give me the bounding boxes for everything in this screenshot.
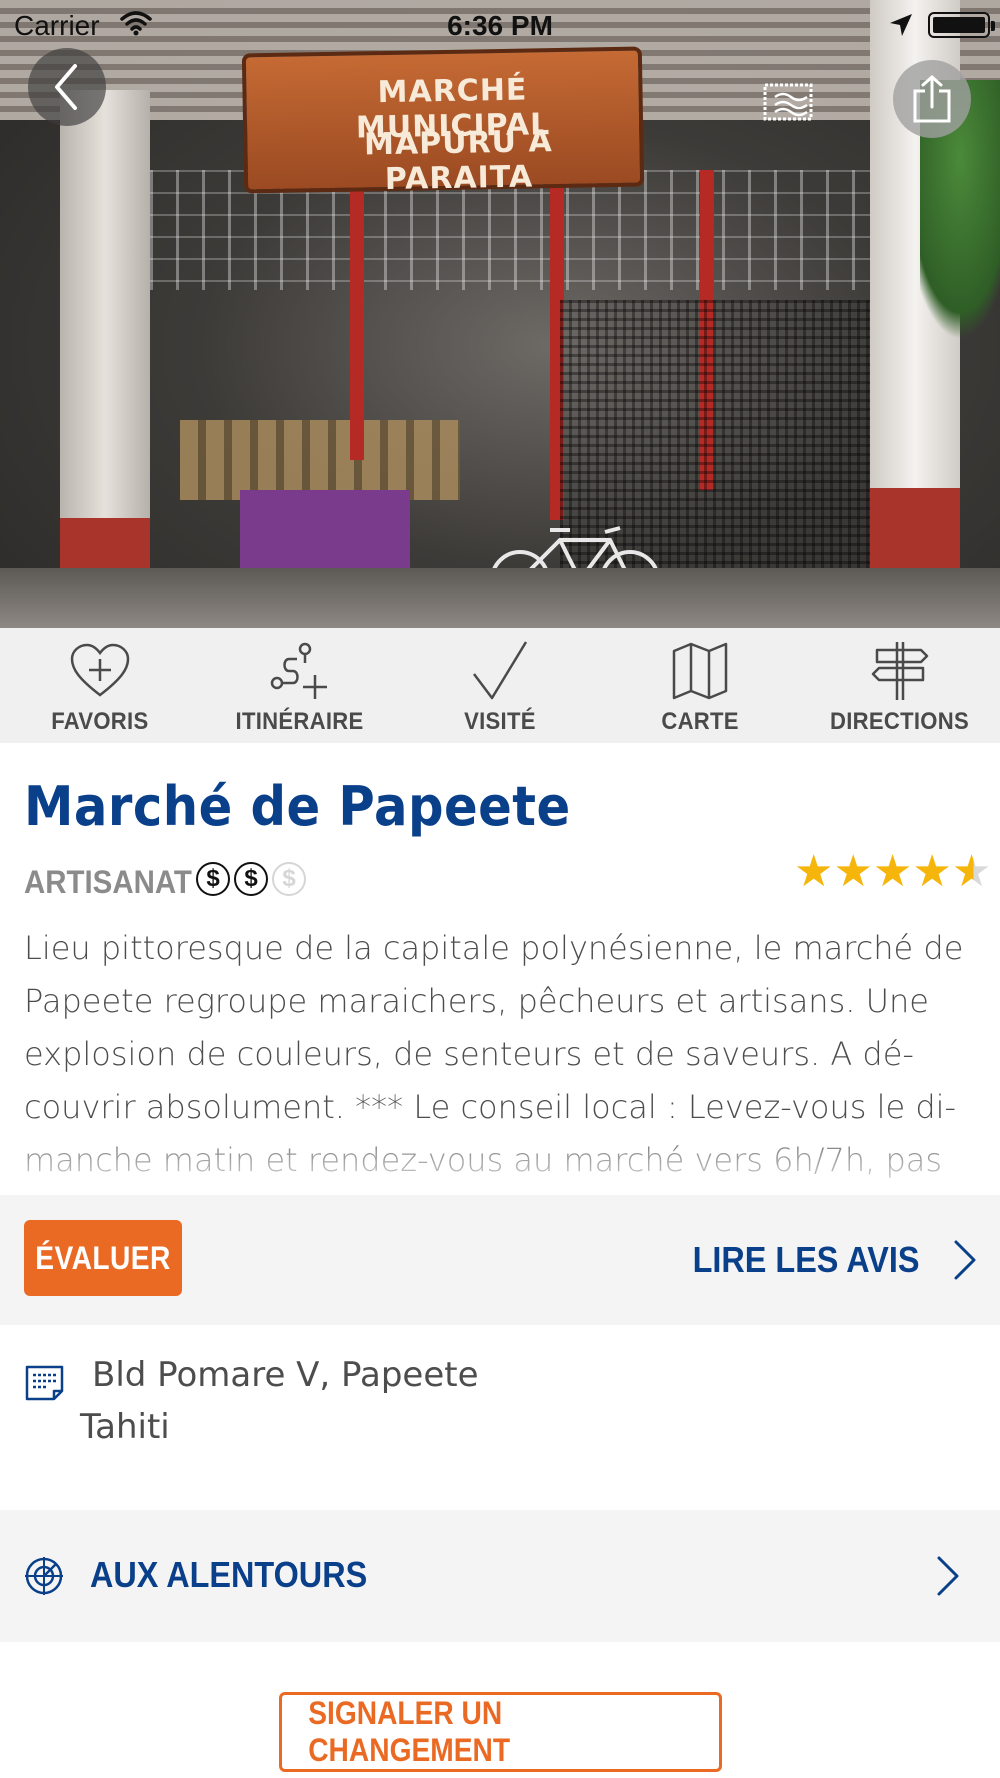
read-reviews-label: LIRE LES AVIS <box>692 1239 920 1280</box>
status-bar: Carrier 6:36 PM <box>0 0 1000 50</box>
market-sign: MARCHÉ MUNICIPAL MAPURU A PARAITA <box>241 46 645 197</box>
share-icon <box>913 75 951 123</box>
battery-icon <box>928 12 995 38</box>
map-icon <box>672 642 728 700</box>
favorites-button[interactable]: FAVORIS <box>0 628 200 743</box>
star-icon: ★ <box>794 847 834 896</box>
star-icon: ★ <box>833 847 873 896</box>
star-icon: ★ <box>872 847 913 896</box>
back-button[interactable] <box>28 48 106 126</box>
favorites-label: FAVORIS <box>51 708 149 735</box>
left-pillar <box>60 90 150 628</box>
nearby-row[interactable]: AUX ALENTOURS <box>0 1510 1000 1642</box>
market-stall-goods <box>180 420 460 500</box>
itinerary-label: ITINÉRAIRE <box>236 708 364 735</box>
chevron-left-icon <box>55 64 77 110</box>
visited-button[interactable]: VISITÉ <box>400 628 600 743</box>
heart-plus-icon <box>70 643 130 697</box>
evaluate-label: ÉVALUER <box>35 1239 171 1276</box>
address-block[interactable]: Bld Pomare V, Papeete Tahiti <box>24 1355 984 1475</box>
nearby-label: AUX ALENTOURS <box>90 1554 368 1595</box>
star-rating: ★ ★ ★ ★ ★ <box>794 850 991 894</box>
report-change-button[interactable]: SIGNALER UN CHANGEMENT <box>279 1692 722 1772</box>
chevron-right-icon <box>954 1240 976 1280</box>
price-coin-icon: $ <box>234 862 268 896</box>
itinerary-button[interactable]: ITINÉRAIRE <box>200 628 400 743</box>
category-label: ARTISANAT <box>24 864 192 900</box>
price-coin-icon: $ <box>272 862 306 896</box>
report-change-label: SIGNALER UN CHANGEMENT <box>308 1695 511 1768</box>
evaluate-button[interactable]: ÉVALUER <box>24 1220 182 1296</box>
radar-icon <box>25 1557 63 1595</box>
visited-label: VISITÉ <box>464 708 536 735</box>
description-fade <box>0 1120 1000 1195</box>
place-title: Marché de Papeete <box>24 775 571 838</box>
purple-stall <box>240 490 410 580</box>
red-post <box>350 160 364 460</box>
map-button[interactable]: CARTE <box>600 628 800 743</box>
read-reviews-link[interactable]: LIRE LES AVIS <box>680 1238 978 1282</box>
directions-label: DIRECTIONS <box>830 708 970 735</box>
map-label: CARTE <box>661 708 739 735</box>
location-arrow-icon <box>890 14 912 36</box>
checkmark-icon <box>473 641 528 700</box>
directions-button[interactable]: DIRECTIONS <box>800 628 1000 743</box>
share-button[interactable] <box>893 60 971 138</box>
chevron-right-icon <box>937 1556 959 1596</box>
address-icon <box>25 1365 64 1401</box>
hero-photo[interactable]: MARCHÉ MUNICIPAL MAPURU A PARAITA <box>0 0 1000 628</box>
action-bar: FAVORIS ITINÉRAIRE VISITÉ CARTE DIRECTIO… <box>0 628 1000 743</box>
price-coin-icon: $ <box>196 862 230 896</box>
ground <box>0 568 1000 628</box>
gallery-button[interactable] <box>755 70 825 132</box>
sign-line-2: MAPURU A PARAITA <box>363 124 553 198</box>
route-plus-icon <box>270 642 327 699</box>
signpost-icon <box>871 642 929 700</box>
address-line-2: Tahiti <box>80 1407 170 1447</box>
half-star-icon: ★ <box>951 847 992 896</box>
star-icon: ★ <box>912 847 952 896</box>
address-line-1: Bld Pomare V, Papeete <box>92 1355 479 1395</box>
photos-icon <box>763 83 813 121</box>
clock: 6:36 PM <box>447 10 553 41</box>
price-level: $ $ $ <box>196 862 306 896</box>
